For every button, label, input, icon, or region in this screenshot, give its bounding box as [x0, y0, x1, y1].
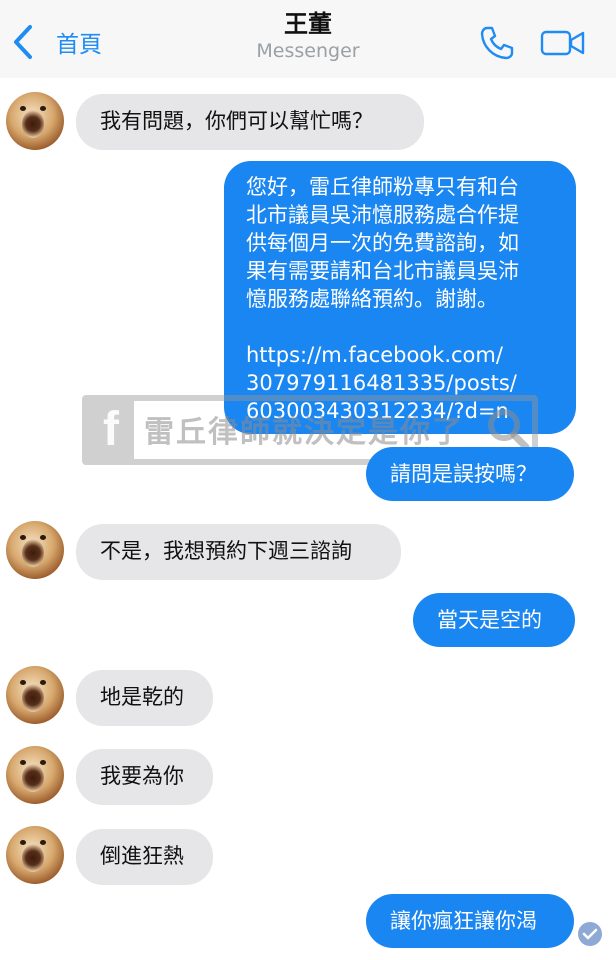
messenger-conversation-screen: 首頁 王董 Messenger 我有問題，你們可以幫忙嗎？ 您好，雷丘律師粉專只…	[0, 0, 616, 960]
conversation-header: 首頁 王董 Messenger	[0, 0, 616, 78]
video-call-button[interactable]	[540, 28, 586, 62]
outgoing-message-bubble[interactable]: 讓你瘋狂讓你渴	[366, 894, 574, 948]
video-camera-icon	[540, 30, 586, 62]
contact-avatar[interactable]	[6, 92, 64, 150]
outgoing-message-bubble[interactable]: 請問是誤按嗎？	[366, 447, 574, 501]
conversation-title[interactable]: 王董 Messenger	[208, 8, 408, 62]
contact-avatar[interactable]	[6, 826, 64, 884]
contact-avatar[interactable]	[6, 521, 64, 579]
contact-avatar[interactable]	[6, 746, 64, 804]
back-button[interactable]: 首頁	[12, 22, 102, 62]
back-label: 首頁	[56, 32, 102, 58]
chevron-left-icon	[12, 24, 34, 60]
contact-avatar[interactable]	[6, 666, 64, 724]
voice-call-button[interactable]	[478, 24, 516, 66]
incoming-message-bubble[interactable]: 倒進狂熱	[76, 829, 213, 885]
outgoing-message-bubble[interactable]: 當天是空的	[413, 593, 575, 647]
facebook-logo-icon: f	[88, 401, 134, 459]
incoming-message-bubble[interactable]: 我有問題，你們可以幫忙嗎？	[76, 94, 424, 150]
incoming-message-bubble[interactable]: 我要為你	[76, 749, 213, 805]
app-name: Messenger	[256, 40, 360, 62]
phone-icon	[478, 26, 516, 66]
outgoing-message-bubble[interactable]: 您好，雷丘律師粉專只有和台 北市議員吳沛憶服務處合作提 供每個月一次的免費諮詢，…	[224, 161, 576, 434]
incoming-message-bubble[interactable]: 不是，我想預約下週三諮詢	[76, 524, 401, 580]
contact-name: 王董	[284, 10, 332, 38]
read-receipt-icon	[578, 922, 602, 946]
incoming-message-bubble[interactable]: 地是乾的	[76, 670, 213, 726]
